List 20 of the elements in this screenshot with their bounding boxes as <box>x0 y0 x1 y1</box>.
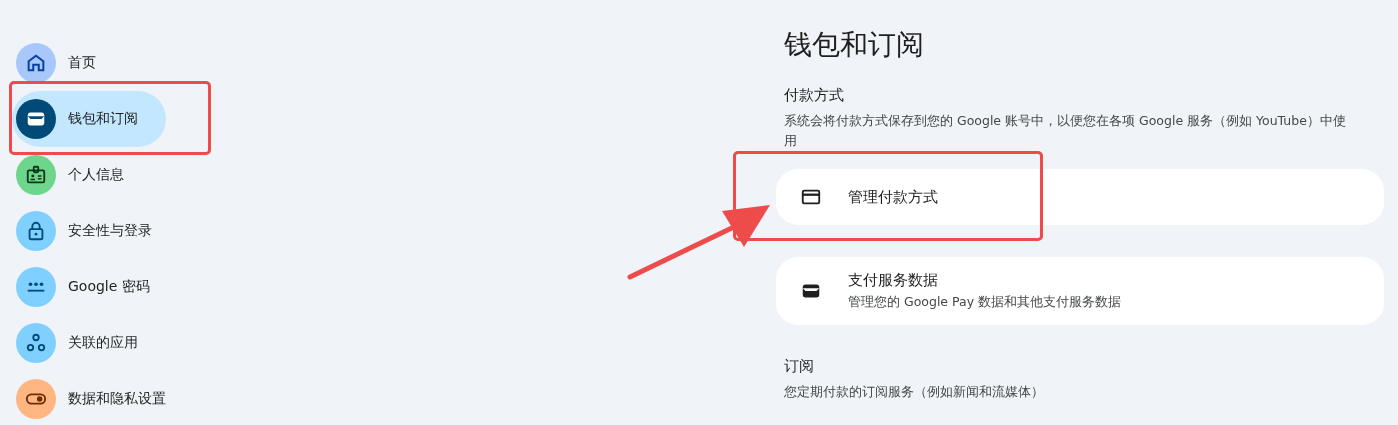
home-icon <box>25 52 47 74</box>
card-title: 管理付款方式 <box>848 187 938 207</box>
section-heading: 订阅 <box>784 357 815 376</box>
sidebar-item[interactable]: 钱包和订阅 <box>12 91 166 147</box>
card-subtitle: 管理您的 Google Pay 数据和其他支付服务数据 <box>848 294 1122 311</box>
sidebar-item[interactable]: 首页 <box>12 43 108 83</box>
sidebar-item[interactable]: 安全性与登录 <box>12 211 164 251</box>
sidebar-item[interactable]: 个人信息 <box>12 155 136 195</box>
section-description: 系统会将付款方式保存到您的 Google 账号中，以便您在各项 Google 服务（例如 YouTube）中使用 <box>784 112 1347 150</box>
card-title: 支付服务数据 <box>848 271 939 290</box>
sidebar-item[interactable]: Google 密码 <box>12 267 162 307</box>
settings-card[interactable]: 支付服务数据 管理您的 Google Pay 数据和其他支付服务数据 <box>776 257 1384 325</box>
page-title: 钱包和订阅 <box>784 27 925 63</box>
id-badge-icon <box>25 164 47 186</box>
sidebar-item[interactable]: 关联的应用 <box>12 323 150 363</box>
section-description: 您定期付款的订阅服务（例如新闻和流媒体） <box>784 383 1045 401</box>
sidebar-item[interactable]: 数据和隐私设置 <box>12 379 178 419</box>
settings-card[interactable]: 管理付款方式 <box>776 169 1384 225</box>
section-heading: 付款方式 <box>784 86 845 105</box>
connected-circles-icon <box>25 332 47 354</box>
